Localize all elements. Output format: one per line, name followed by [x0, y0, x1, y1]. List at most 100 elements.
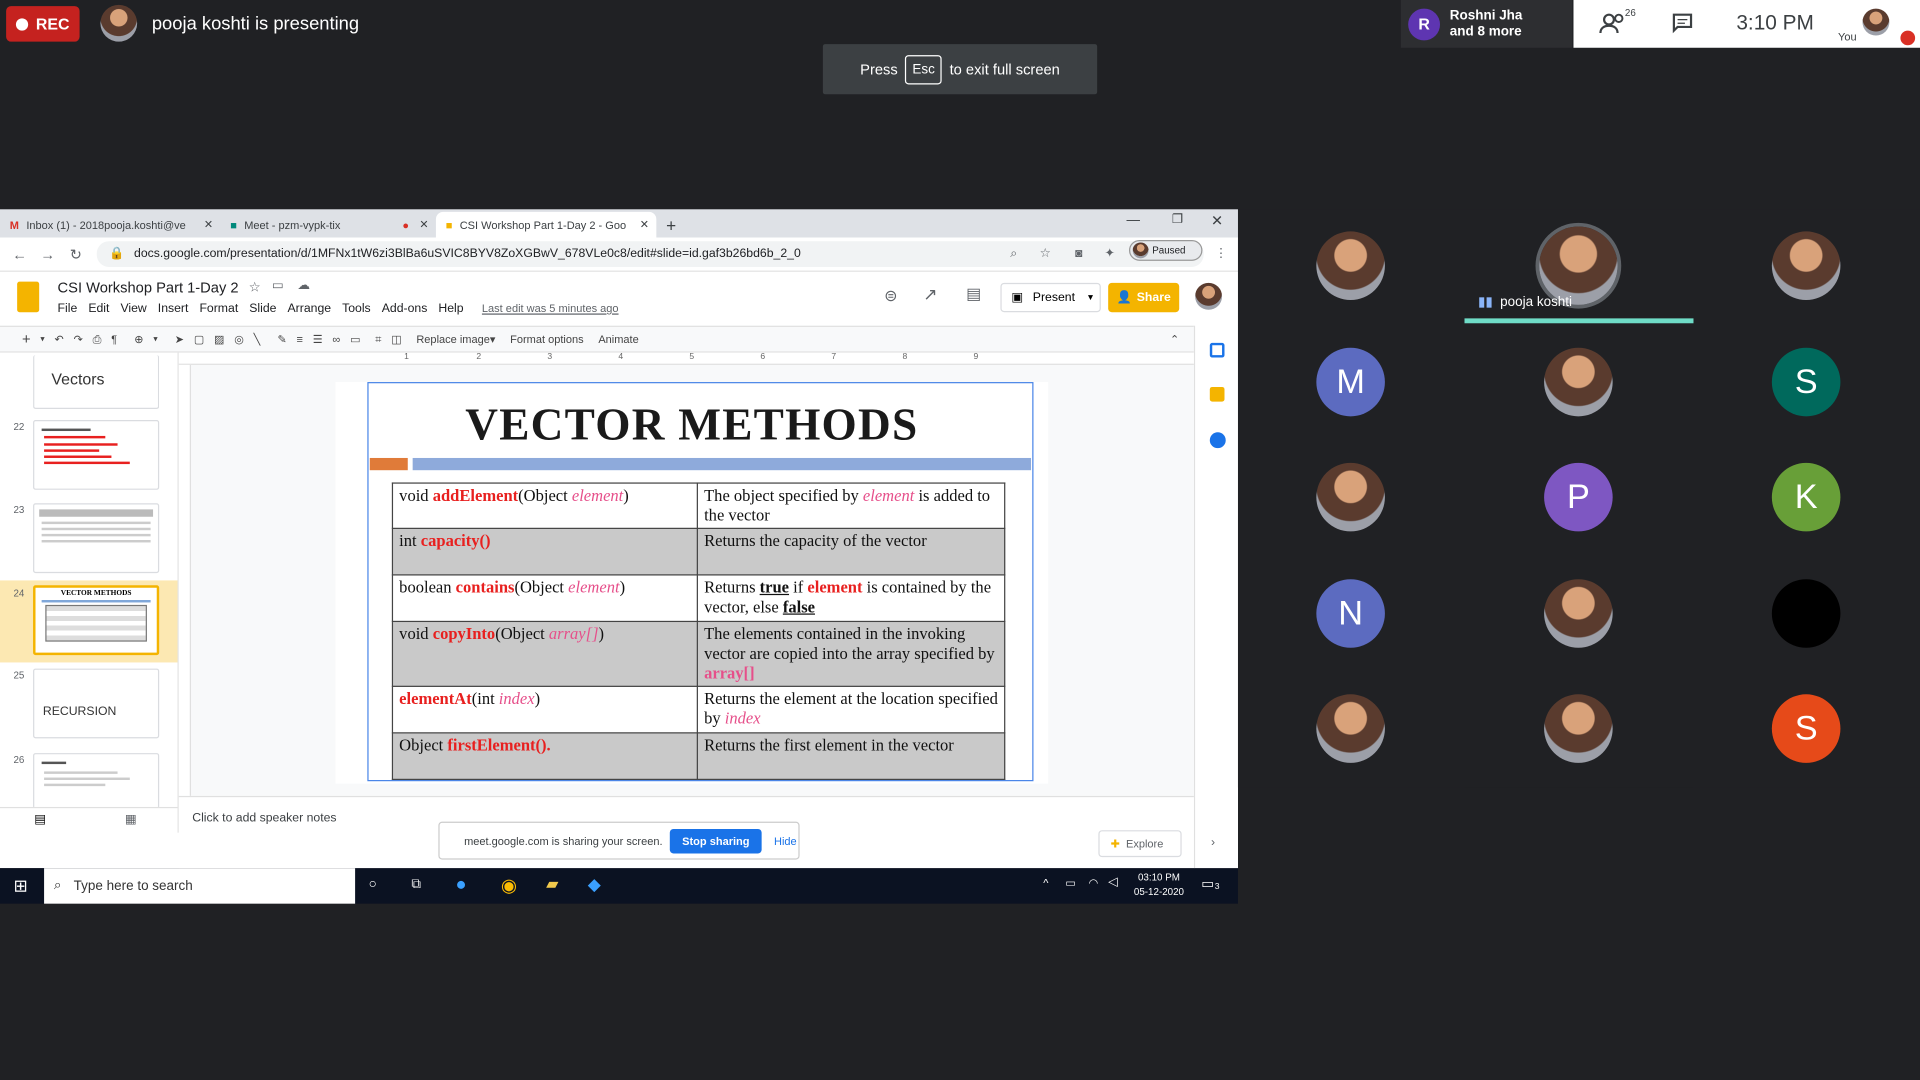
participant-avatar[interactable] — [1316, 462, 1385, 532]
chevron-down-icon[interactable]: ▾ — [40, 334, 44, 345]
link-icon[interactable]: ∞ — [332, 333, 340, 345]
format-options-button[interactable]: Format options — [510, 333, 584, 345]
menu-slide[interactable]: Slide — [249, 302, 276, 315]
chrome-icon[interactable]: ◉ — [501, 874, 517, 897]
participant-avatar[interactable] — [1771, 579, 1841, 648]
undo-icon[interactable]: ↶ — [55, 332, 64, 345]
edge-icon[interactable]: ● — [456, 874, 467, 895]
filmstrip-view-icon[interactable]: ▤ — [34, 813, 46, 826]
participant-avatar[interactable] — [1544, 694, 1613, 763]
tab-gmail[interactable]: M Inbox (1) - 2018pooja.koshti@ve ✕ — [0, 212, 220, 238]
present-button[interactable]: ▣ Present ▼ — [1000, 282, 1101, 313]
restore-icon[interactable]: ❐ — [1172, 213, 1183, 226]
menu-tools[interactable]: Tools — [342, 302, 371, 315]
line-icon[interactable]: ╲ — [254, 332, 261, 345]
participant-initial-avatar[interactable]: S — [1771, 694, 1841, 763]
close-icon[interactable]: ✕ — [204, 218, 213, 231]
slide-thumb-22[interactable] — [33, 420, 160, 490]
participant-avatar[interactable] — [1316, 694, 1385, 763]
comment-add-icon[interactable]: ▭ — [350, 332, 360, 345]
menu-arrange[interactable]: Arrange — [288, 302, 332, 315]
back-icon[interactable]: ← — [12, 246, 27, 263]
image-icon[interactable]: ▨ — [214, 332, 224, 345]
keep-icon[interactable] — [1209, 386, 1225, 402]
slide-thumb-25[interactable]: RECURSION — [33, 668, 160, 739]
forward-icon[interactable]: → — [40, 246, 55, 263]
menu-addons[interactable]: Add-ons — [382, 302, 428, 315]
reload-icon[interactable]: ↻ — [70, 246, 82, 263]
menu-format[interactable]: Format — [199, 302, 238, 315]
comments-icon[interactable]: ▤ — [966, 284, 981, 304]
vscode-icon[interactable]: ◆ — [588, 874, 601, 895]
chevron-right-icon[interactable]: › — [1211, 836, 1215, 849]
voice-icon[interactable]: ⊜ — [884, 287, 897, 307]
tasks-icon[interactable] — [1209, 432, 1226, 449]
notifications-icon[interactable]: ▭ — [1201, 876, 1214, 892]
stop-sharing-button[interactable]: Stop sharing — [669, 828, 762, 853]
replace-image-button[interactable]: Replace image ▾ — [416, 332, 495, 345]
star-icon[interactable]: ☆ — [249, 279, 261, 295]
animate-button[interactable]: Animate — [598, 333, 638, 345]
slide-thumb-24[interactable]: VECTOR METHODS — [33, 585, 160, 656]
tab-meet[interactable]: ■ Meet - pzm-vypk-tix ● ✕ — [220, 212, 436, 238]
close-icon[interactable]: ✕ — [419, 218, 428, 231]
border-weight-icon[interactable]: ≡ — [297, 333, 303, 345]
shape-icon[interactable]: ◎ — [234, 332, 244, 345]
browser-menu-icon[interactable]: ⋮ — [1215, 247, 1227, 260]
paint-format-icon[interactable]: ¶ — [111, 333, 117, 345]
self-avatar[interactable] — [1862, 8, 1890, 36]
windows-start-icon[interactable]: ⊞ — [13, 876, 27, 897]
text-box-icon[interactable]: ▢ — [194, 332, 204, 345]
menu-file[interactable]: File — [58, 302, 78, 315]
collapse-toolbar-icon[interactable]: ⌃ — [1170, 332, 1179, 345]
menu-view[interactable]: View — [120, 302, 146, 315]
profile-paused-chip[interactable]: Paused — [1128, 240, 1203, 261]
participant-initial-avatar[interactable]: M — [1316, 347, 1385, 417]
minimize-icon[interactable]: — — [1127, 213, 1140, 228]
participant-initial-avatar[interactable]: P — [1544, 462, 1613, 532]
participant-avatar[interactable] — [1544, 347, 1613, 417]
redo-icon[interactable]: ↷ — [74, 332, 83, 345]
slide-vector-methods[interactable]: VECTOR METHODS void addElement(Object el… — [335, 382, 1049, 784]
document-title[interactable]: CSI Workshop Part 1-Day 2 — [58, 279, 239, 296]
participant-avatar[interactable] — [1771, 231, 1841, 301]
mask-image-icon[interactable]: ◫ — [391, 332, 401, 345]
grid-view-icon[interactable]: ▦ — [125, 813, 137, 826]
tray-chevron-icon[interactable]: ^ — [1043, 877, 1048, 889]
slide-thumb-23[interactable] — [33, 503, 160, 574]
zoom-icon[interactable]: ⊕ — [134, 332, 143, 345]
cortana-icon[interactable]: ○ — [369, 877, 377, 892]
people-summary[interactable]: R Roshni Jha and 8 more — [1400, 0, 1573, 48]
extensions-icon[interactable]: ✦ — [1104, 247, 1114, 260]
url-field[interactable]: 🔒 docs.google.com/presentation/d/1MFNx1tW… — [96, 241, 1204, 267]
battery-icon[interactable]: ▭ — [1065, 877, 1075, 890]
participant-avatar[interactable] — [1544, 579, 1613, 648]
zoom-icon[interactable]: ⌕ — [1010, 247, 1017, 260]
people-icon[interactable]: 26 — [1598, 7, 1636, 40]
hide-button[interactable]: Hide — [774, 834, 797, 846]
calendar-icon[interactable] — [1209, 342, 1225, 358]
last-edit-link[interactable]: Last edit was 5 minutes ago — [482, 302, 619, 315]
taskbar-clock[interactable]: 03:10 PM 05-12-2020 — [1134, 871, 1184, 900]
select-cursor-icon[interactable]: ➤ — [175, 332, 184, 345]
participant-avatar[interactable] — [1316, 231, 1385, 301]
print-icon[interactable]: ⎙ — [93, 332, 102, 345]
chat-icon[interactable] — [1671, 12, 1693, 40]
chevron-down-icon[interactable]: ▼ — [1086, 293, 1094, 302]
account-avatar[interactable] — [1195, 282, 1223, 310]
crop-icon[interactable]: ⌗ — [375, 332, 381, 345]
menu-insert[interactable]: Insert — [158, 302, 189, 315]
menu-help[interactable]: Help — [438, 302, 463, 315]
new-slide-icon[interactable]: + — [22, 331, 31, 348]
chevron-down-icon[interactable]: ▾ — [153, 334, 157, 345]
tab-slides[interactable]: ■ CSI Workshop Part 1-Day 2 - Goo ✕ — [435, 211, 657, 238]
participant-initial-avatar[interactable]: N — [1316, 579, 1385, 648]
camera-icon[interactable]: ◙ — [1075, 247, 1082, 260]
slide-thumb-vectors[interactable]: Vectors — [33, 355, 160, 409]
border-dash-icon[interactable]: ☰ — [313, 332, 323, 345]
taskbar-search[interactable]: ⌕ Type here to search — [44, 868, 356, 904]
move-folder-icon[interactable]: ▭ — [272, 279, 284, 292]
wifi-icon[interactable]: ◠ — [1089, 877, 1099, 890]
explore-button[interactable]: ✚ Explore — [1098, 830, 1182, 858]
file-explorer-icon[interactable]: ▰ — [546, 874, 558, 894]
